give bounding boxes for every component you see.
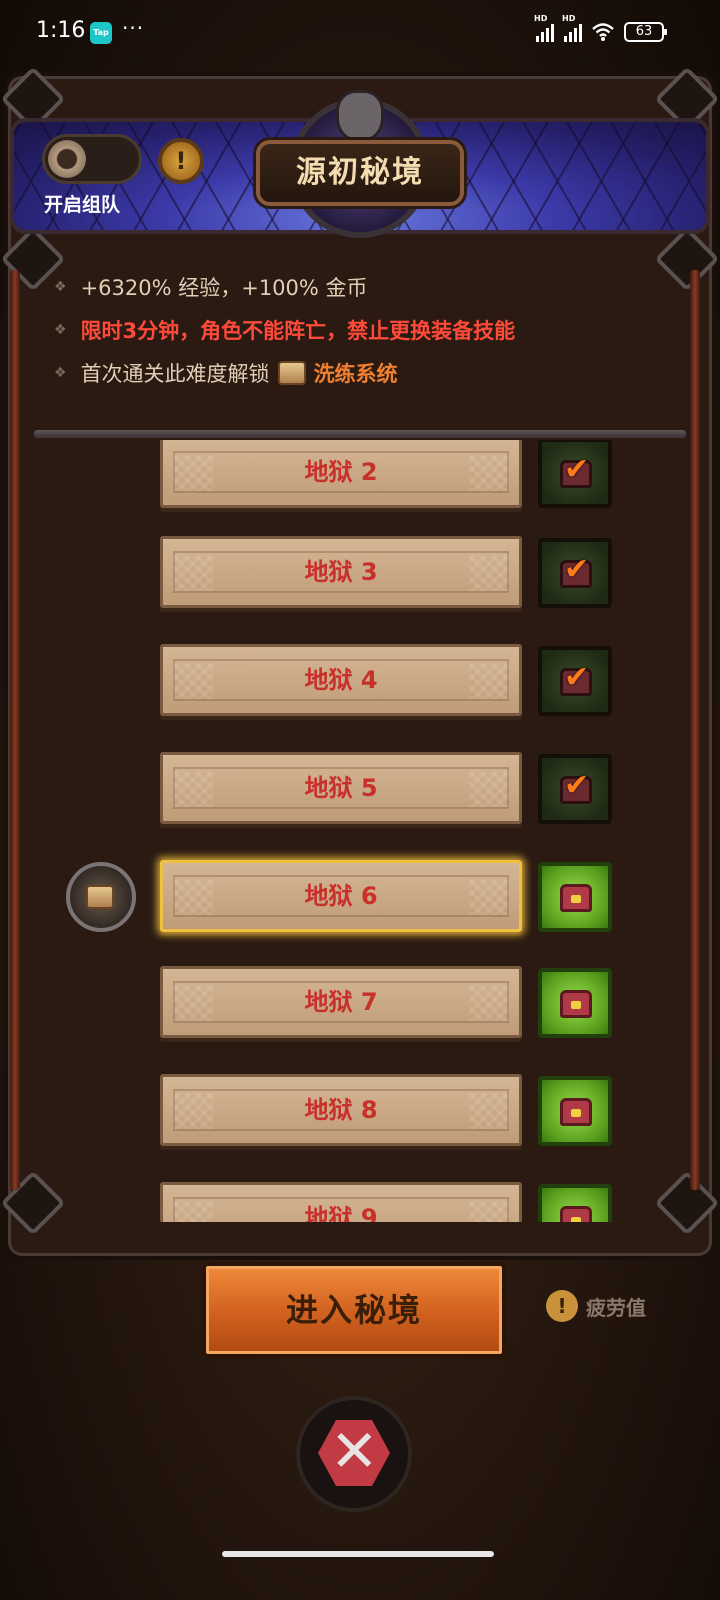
scroll-icon [86, 885, 114, 909]
chest-reward-icon[interactable] [538, 1184, 612, 1222]
level-button[interactable]: 地狱 9 [160, 1182, 522, 1222]
level-row[interactable]: 地狱 2 ✔ [40, 440, 680, 516]
level-button[interactable]: 地狱 4 [160, 644, 522, 716]
page-title-plate: 源初秘境 [256, 140, 464, 206]
team-toggle-label: 开启组队 [44, 194, 121, 216]
status-bar: 1:16 Tap ··· HD HD 63 [0, 0, 720, 66]
info-icon[interactable]: ! [158, 138, 204, 184]
home-indicator[interactable] [222, 1551, 494, 1557]
wifi-icon [592, 23, 614, 41]
chest-reward-icon[interactable] [538, 1076, 612, 1146]
unlock-prefix: 首次通关此难度解锁 [80, 362, 270, 386]
level-row[interactable]: 地狱 3 ✔ [40, 536, 680, 616]
signal-icon: HD [534, 14, 554, 42]
level-list[interactable]: 地狱 2 ✔ 地狱 3 ✔ 地狱 4 ✔ 地狱 5 ✔ 地狱 6 地狱 7 地狱… [40, 440, 680, 1222]
chest-reward-icon[interactable] [538, 968, 612, 1038]
chest-claimed-icon[interactable]: ✔ [538, 440, 612, 508]
taptap-app-icon: Tap [90, 22, 112, 44]
bullet-icon: ❖ [54, 365, 67, 381]
level-row[interactable]: 地狱 5 ✔ [40, 752, 680, 832]
level-label: 地狱 5 [304, 774, 378, 802]
level-row[interactable]: 地狱 7 [40, 966, 680, 1046]
enter-dungeon-label: 进入秘境 [285, 1291, 422, 1329]
exclamation-icon: ! [546, 1290, 578, 1322]
level-button[interactable]: 地狱 3 [160, 536, 522, 608]
level-label: 地狱 9 [304, 1204, 378, 1222]
level-button[interactable]: 地狱 8 [160, 1074, 522, 1146]
level-label: 地狱 8 [304, 1096, 378, 1124]
level-row[interactable]: 地狱 4 ✔ [40, 644, 680, 724]
chest-claimed-icon[interactable]: ✔ [538, 538, 612, 608]
level-button[interactable]: 地狱 6 [160, 860, 522, 932]
enter-dungeon-button[interactable]: 进入秘境 [202, 1262, 506, 1358]
signal-icon-2: HD [562, 14, 582, 42]
page-title: 源初秘境 [296, 155, 424, 190]
status-time: 1:16 [36, 18, 86, 43]
level-button[interactable]: 地狱 2 [160, 440, 522, 508]
right-rail [690, 270, 700, 1190]
chest-claimed-icon[interactable]: ✔ [538, 754, 612, 824]
level-button[interactable]: 地狱 7 [160, 966, 522, 1038]
reward-text: +6320% 经验，+100% 金币 [80, 276, 368, 300]
bullet-icon: ❖ [54, 279, 67, 295]
level-button[interactable]: 地狱 5 [160, 752, 522, 824]
reward-info: ❖ +6320% 经验，+100% 金币 [54, 272, 368, 302]
fatigue-label: 疲劳值 [586, 1295, 646, 1320]
skull-icon [336, 90, 384, 142]
chest-claimed-icon[interactable]: ✔ [538, 646, 612, 716]
unlock-info: ❖ 首次通关此难度解锁 洗练系统 [54, 358, 398, 388]
unlock-feature: 洗练系统 [313, 362, 398, 386]
level-label: 地狱 3 [304, 558, 378, 586]
rule-text: 限时3分钟，角色不能阵亡，禁止更换装备技能 [80, 319, 516, 343]
level-row-selected[interactable]: 地狱 6 [40, 860, 680, 940]
level-label: 地狱 7 [304, 988, 378, 1016]
team-toggle[interactable] [42, 134, 142, 184]
chest-reward-icon[interactable] [538, 862, 612, 932]
fatigue-info[interactable]: ! 疲劳值 [546, 1290, 646, 1322]
current-level-marker-icon [66, 862, 136, 932]
level-row[interactable]: 地狱 9 [40, 1182, 680, 1222]
divider [34, 430, 686, 438]
level-label: 地狱 6 [304, 882, 378, 910]
crossed-swords-icon: ✕ [330, 1417, 379, 1485]
level-label: 地狱 2 [304, 458, 378, 486]
rule-info: ❖ 限时3分钟，角色不能阵亡，禁止更换装备技能 [54, 315, 515, 345]
level-row[interactable]: 地狱 8 [40, 1074, 680, 1154]
bullet-icon: ❖ [54, 322, 67, 338]
more-notifications-icon: ··· [122, 16, 145, 40]
toggle-knob [48, 140, 86, 178]
level-label: 地狱 4 [304, 666, 378, 694]
left-rail [10, 270, 20, 1190]
battery-icon: 63 [624, 22, 667, 42]
scroll-icon [277, 361, 306, 385]
